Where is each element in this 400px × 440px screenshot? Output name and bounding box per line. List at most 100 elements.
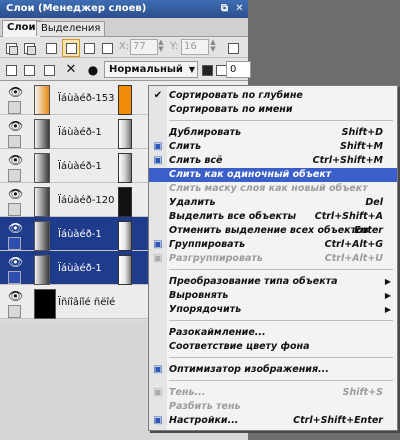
- menu-item-label: Слить всё: [169, 155, 223, 166]
- menu-item-label: Упорядочить: [169, 304, 242, 315]
- opacity-field[interactable]: 0: [226, 61, 251, 78]
- layer-properties-icon[interactable]: [224, 39, 242, 57]
- lock-toggle[interactable]: [8, 237, 21, 250]
- tab-bar: Слои Выделения: [0, 18, 248, 37]
- lock-toggle[interactable]: [8, 305, 21, 318]
- x-field[interactable]: 77: [130, 39, 158, 55]
- tab-selections[interactable]: Выделения: [36, 21, 106, 36]
- menu-item[interactable]: Соответствие цвету фона: [149, 340, 397, 354]
- menu-item[interactable]: Удалить Del: [149, 196, 397, 210]
- menu-item: ▣ Тень... Shift+S: [149, 386, 397, 400]
- layer-name: Ïáùàéð-1: [58, 229, 102, 240]
- x-spinner[interactable]: ▲ ▼: [157, 39, 165, 53]
- context-menu: ✔ Сортировать по глубине Сортировать по им…: [148, 85, 398, 431]
- menu-separator: [169, 380, 393, 381]
- chevron-down-icon: ▼: [188, 65, 195, 74]
- menu-item[interactable]: ✔ Сортировать по глубине: [149, 89, 397, 103]
- menu-item[interactable]: Отменить выделение всех объектов Enter: [149, 224, 397, 238]
- menu-item-label: Слить как одиночный объект: [169, 169, 332, 180]
- menu-item-shortcut: Shift+M: [340, 141, 383, 152]
- layer-thumbnail: [34, 85, 50, 115]
- blend-mode-value: Нормальный: [109, 64, 183, 75]
- menu-item[interactable]: Дублировать Shift+D: [149, 126, 397, 140]
- menu-item-label: Разбить тень: [169, 401, 241, 412]
- menu-item[interactable]: Преобразование типа объекта ▶: [149, 275, 397, 289]
- lock-toggle[interactable]: [8, 203, 21, 216]
- mask-icon[interactable]: ●: [84, 61, 102, 79]
- menu-item-label: Тень...: [169, 387, 206, 398]
- menu-item-label: Дублировать: [169, 127, 242, 138]
- x-label: X:: [119, 41, 130, 52]
- menu-item[interactable]: ▣ Настройки... Ctrl+Shift+Enter: [149, 414, 397, 428]
- menu-item-label: Слить маску слоя как новый объект: [169, 183, 368, 194]
- lock-toggle[interactable]: [8, 271, 21, 284]
- menu-item-shortcut: Shift+S: [342, 387, 383, 398]
- hide-layer-icon[interactable]: [2, 61, 20, 79]
- menu-item-label: Слить: [169, 141, 202, 152]
- eye-icon[interactable]: 👁︎: [8, 154, 23, 166]
- menu-item[interactable]: ▣ Группировать Ctrl+Alt+G: [149, 238, 397, 252]
- menu-item[interactable]: Упорядочить ▶: [149, 303, 397, 317]
- eye-icon[interactable]: 👁︎: [8, 290, 23, 302]
- merge-all-icon: ▣: [153, 155, 163, 166]
- layer-name: Ïáùàéð-153: [58, 93, 115, 104]
- unlock-layer-icon[interactable]: [20, 61, 38, 79]
- blend-mode-select[interactable]: Нормальный ▼: [104, 61, 198, 78]
- menu-item-shortcut: Enter: [354, 225, 383, 236]
- layer-name: Ïáùàéð-120: [58, 195, 115, 206]
- close-icon[interactable]: ✕: [233, 2, 246, 15]
- layer-mask-thumbnail: [118, 187, 132, 217]
- eye-icon[interactable]: 👁︎: [8, 120, 23, 132]
- y-label: Y:: [170, 41, 179, 52]
- menu-item[interactable]: Разокаймление...: [149, 326, 397, 340]
- lock-toggle[interactable]: [8, 169, 21, 182]
- layer-thumbnail: [34, 119, 50, 149]
- menu-item[interactable]: Выровнять ▶: [149, 289, 397, 303]
- layer-mask-thumbnail: [118, 119, 132, 149]
- menu-item-shortcut: Ctrl+Shift+Enter: [293, 415, 383, 426]
- y-spinner[interactable]: ▲ ▼: [209, 39, 217, 53]
- layer-list-icon[interactable]: [80, 39, 98, 57]
- layer-name: Ïáùàéð-1: [58, 161, 102, 172]
- lock-toggle[interactable]: [8, 101, 21, 114]
- layer-name: Ïñíîâíîé ñëîé: [58, 297, 116, 308]
- panel-titlebar[interactable]: Слои (Менеджер слоев) ⧉ ✕: [0, 0, 248, 18]
- copy-layer-icon[interactable]: [2, 39, 20, 57]
- menu-item-label: Выделить все объекты: [169, 211, 297, 222]
- layer-mask-thumbnail: [118, 221, 132, 251]
- paste-layer-icon[interactable]: [20, 39, 38, 57]
- menu-separator: [169, 320, 393, 321]
- zoom-layer-icon[interactable]: [42, 39, 60, 57]
- menu-item[interactable]: Слить как одиночный объект: [149, 168, 397, 182]
- lock-layer-icon[interactable]: [40, 61, 58, 79]
- tab-layers[interactable]: Слои: [2, 20, 41, 37]
- menu-item-shortcut: Ctrl+Shift+A: [314, 211, 383, 222]
- menu-item[interactable]: ▣ Оптимизатор изображения...: [149, 363, 397, 377]
- shadow-icon: ▣: [153, 387, 163, 398]
- eye-icon[interactable]: 👁︎: [8, 86, 23, 98]
- eye-icon[interactable]: 👁︎: [8, 188, 23, 200]
- lock-toggle[interactable]: [8, 135, 21, 148]
- menu-item-shortcut: Ctrl+Alt+U: [324, 253, 383, 264]
- menu-item: ▣ Разгруппировать Ctrl+Alt+U: [149, 252, 397, 266]
- float-icon[interactable]: ⧉: [218, 2, 231, 15]
- eye-icon[interactable]: 👁︎: [8, 256, 23, 268]
- menu-item: Разбить тень: [149, 400, 397, 414]
- y-field[interactable]: 16: [181, 39, 209, 55]
- eye-icon[interactable]: 👁︎: [8, 222, 23, 234]
- menu-item[interactable]: ▣ Слить всё Ctrl+Shift+M: [149, 154, 397, 168]
- layer-grid-icon[interactable]: [98, 39, 116, 57]
- menu-item-label: Оптимизатор изображения...: [169, 364, 329, 375]
- layer-thumbnail: [34, 221, 50, 251]
- menu-item[interactable]: Сортировать по имени: [149, 103, 397, 117]
- menu-item[interactable]: ▣ Слить Shift+M: [149, 140, 397, 154]
- layer-view-icon[interactable]: [62, 39, 80, 57]
- menu-item[interactable]: Выделить все объекты Ctrl+Shift+A: [149, 210, 397, 224]
- menu-item-shortcut: Ctrl+Shift+M: [312, 155, 383, 166]
- menu-item-label: Преобразование типа объекта: [169, 276, 338, 287]
- layer-name: Ïáùàéð-1: [58, 127, 102, 138]
- delete-layer-icon[interactable]: ✕: [62, 61, 80, 79]
- menu-item-label: Выровнять: [169, 290, 229, 301]
- menu-item-shortcut: Shift+D: [341, 127, 383, 138]
- check-icon: ✔: [153, 90, 163, 101]
